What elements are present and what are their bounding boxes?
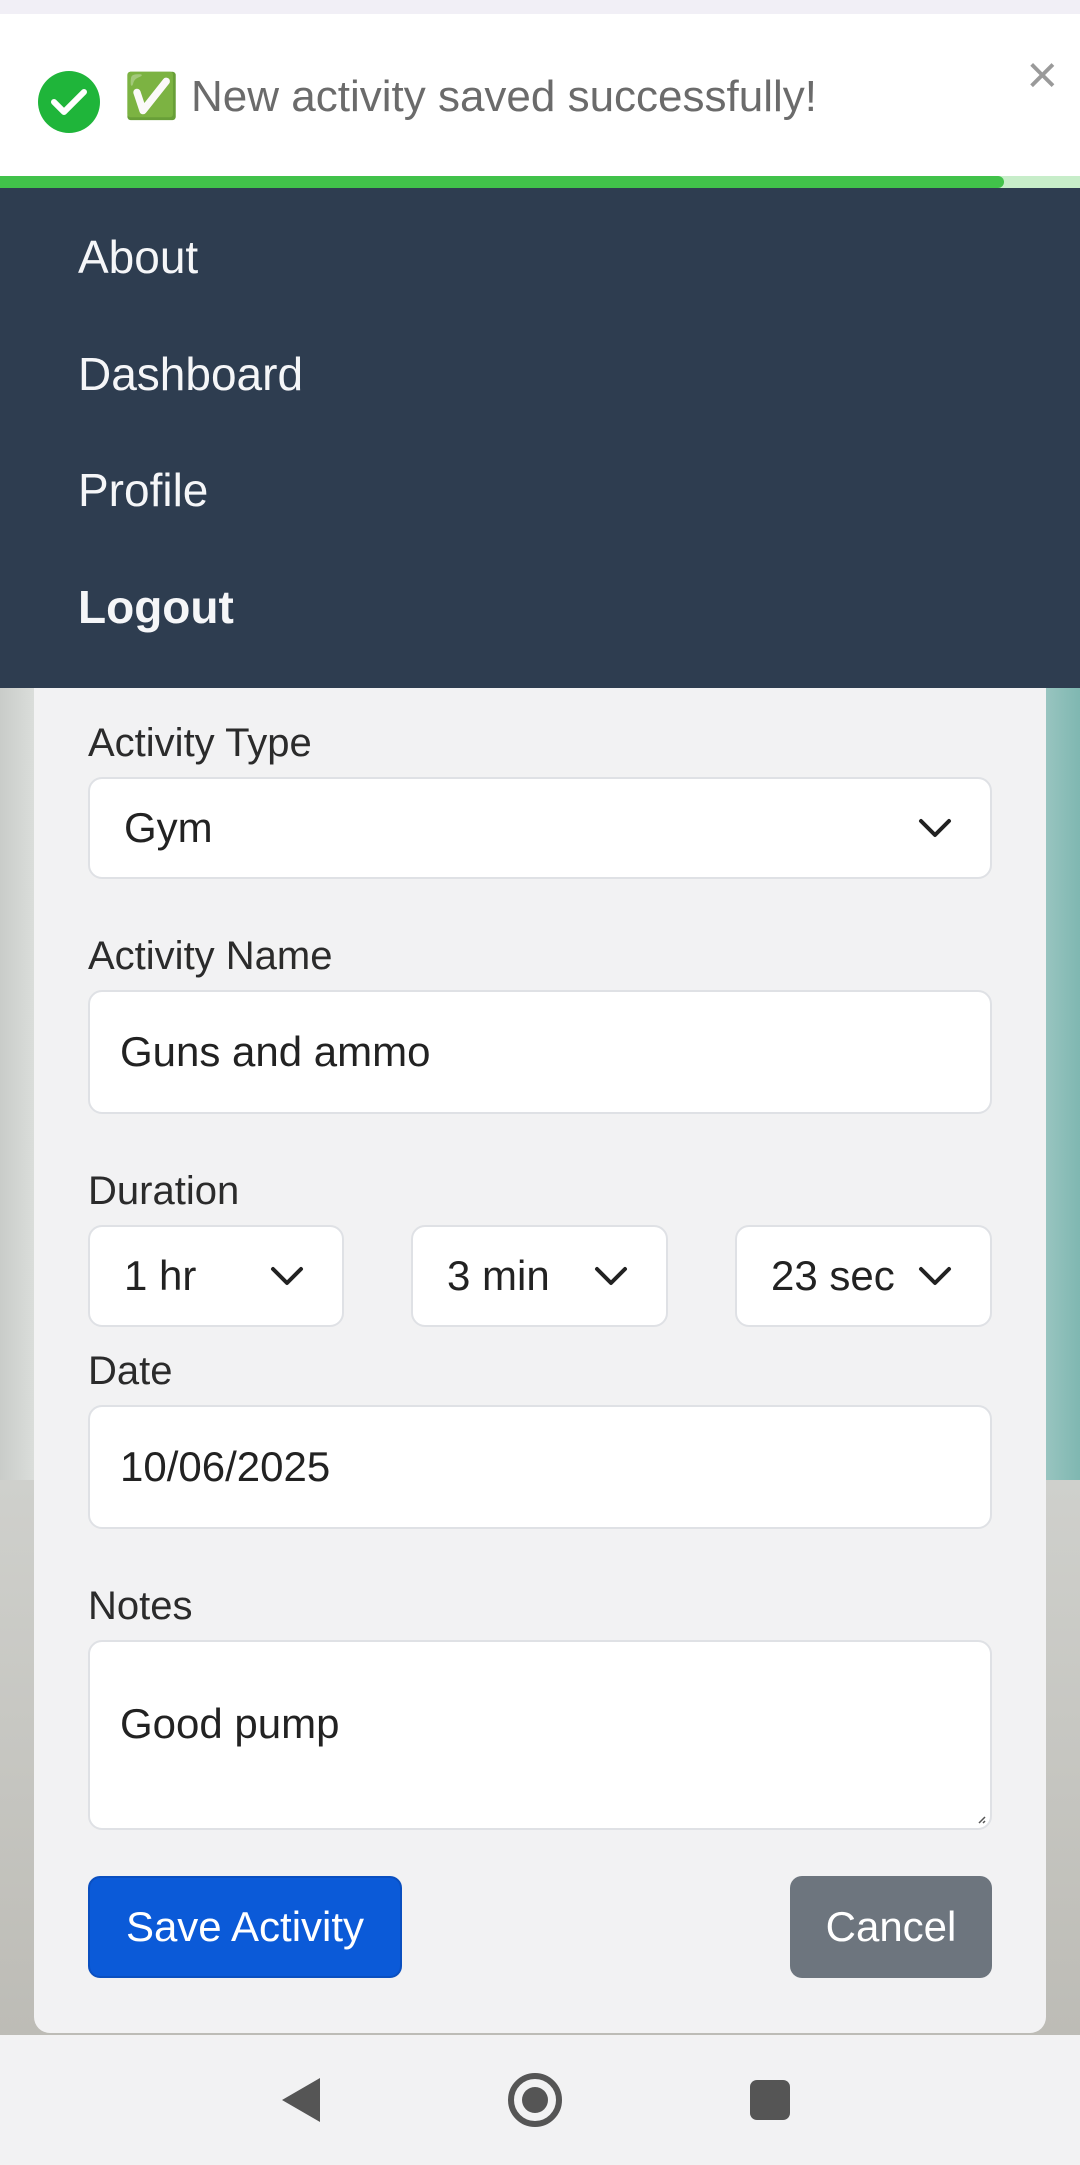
nav-item-about[interactable]: About [78,230,198,284]
save-activity-button[interactable]: Save Activity [88,1876,402,1978]
nav-item-dashboard[interactable]: Dashboard [78,347,303,401]
chevron-down-icon [919,1267,951,1285]
activity-type-label: Activity Type [88,721,312,765]
activity-name-label: Activity Name [88,934,333,978]
nav-menu: About Dashboard Profile Logout [0,188,1080,688]
notes-value: Good pump [120,1700,340,1747]
activity-type-select[interactable]: Gym [88,777,992,879]
activity-name-value: Guns and ammo [120,1028,431,1075]
date-value: 10/06/2025 [120,1443,331,1490]
activity-name-input[interactable]: Guns and ammo [88,990,992,1114]
duration-seconds-value: 23 sec [771,1252,895,1299]
date-label: Date [88,1349,173,1393]
date-input[interactable]: 10/06/2025 [88,1405,992,1529]
chevron-down-icon [919,819,951,837]
nav-item-logout[interactable]: Logout [78,580,234,634]
duration-minutes-select[interactable]: 3 min [411,1225,668,1327]
close-icon[interactable]: × [1026,48,1058,102]
duration-hours-select[interactable]: 1 hr [88,1225,344,1327]
activity-type-value: Gym [124,804,213,851]
system-nav-bar [0,2035,1080,2165]
activity-form-card [34,680,1046,2033]
duration-label: Duration [88,1169,240,1213]
duration-seconds-select[interactable]: 23 sec [735,1225,992,1327]
nav-item-profile[interactable]: Profile [78,463,208,517]
chevron-down-icon [595,1267,627,1285]
duration-hours-value: 1 hr [124,1252,197,1299]
toast-progress-bar [0,176,1005,188]
back-icon[interactable] [270,2070,330,2130]
check-circle-icon [38,71,100,133]
resize-handle-icon[interactable] [976,1814,986,1824]
notes-textarea[interactable]: Good pump [88,1640,992,1830]
toast-message: ✅ New activity saved successfully! [124,72,817,121]
recents-icon[interactable] [740,2070,800,2130]
cancel-button[interactable]: Cancel [790,1876,992,1978]
success-toast: ✅ New activity saved successfully! × [0,0,1080,188]
chevron-down-icon [271,1267,303,1285]
toast-progress-track [0,176,1080,188]
duration-minutes-value: 3 min [447,1252,550,1299]
home-icon[interactable] [505,2070,565,2130]
notes-label: Notes [88,1584,193,1628]
